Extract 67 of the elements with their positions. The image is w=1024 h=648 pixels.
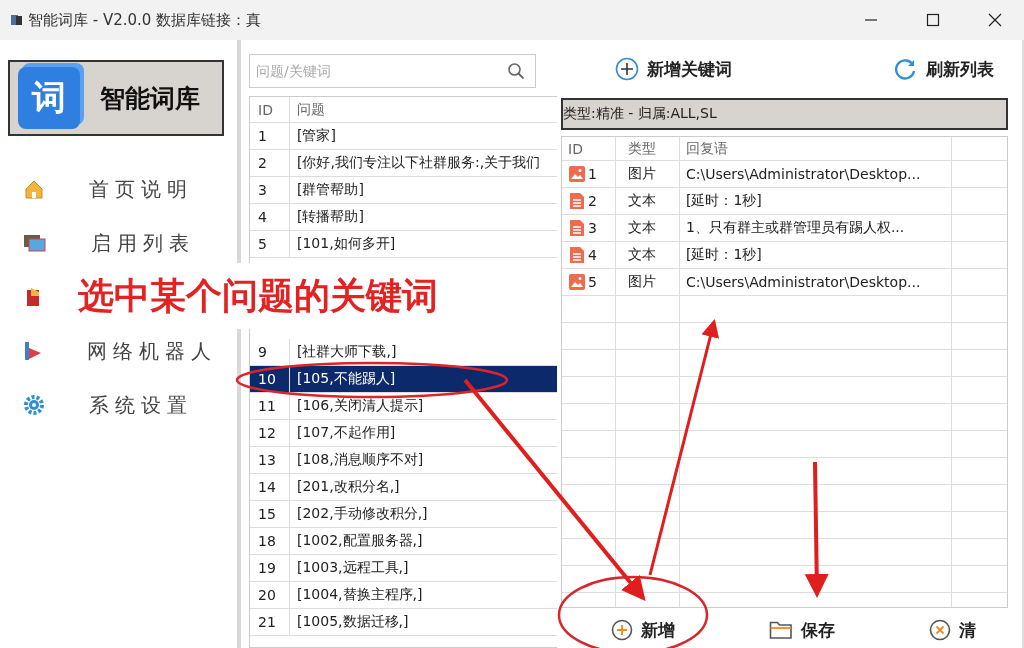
search-field[interactable]: 问题/关键词: [249, 54, 536, 88]
table-row[interactable]: 21 [1005,数据迁移,]: [250, 609, 557, 636]
column-header: ID: [250, 97, 290, 122]
text-file-icon: [568, 246, 586, 264]
table-cell: 文本: [616, 242, 680, 268]
refresh-button[interactable]: 刷新列表: [888, 54, 998, 84]
table-row[interactable]: 3 [群管帮助]: [250, 177, 557, 204]
column-header: 类型: [616, 137, 680, 160]
info-bar: 类型:精准 - 归属:ALL,SL: [561, 98, 1008, 130]
clear-button[interactable]: 清: [925, 616, 980, 644]
app-icon: [10, 13, 24, 27]
table-cell: 2: [588, 193, 597, 209]
maximize-icon[interactable]: [926, 13, 940, 27]
text-file-icon: [568, 219, 586, 237]
table-cell: 3: [588, 220, 597, 236]
nav-item[interactable]: 系统设置: [89, 391, 193, 419]
table-row[interactable]: 2 [你好,我们专注以下社群服务:,关于我们: [250, 150, 557, 177]
nav-item[interactable]: 网络机器人: [87, 337, 217, 365]
nav-item[interactable]: 首页说明: [89, 175, 193, 203]
add-keyword-button[interactable]: 新增关键词: [611, 55, 736, 83]
table-cell: C:\Users\Administrator\Desktop...: [680, 269, 952, 295]
play-icon[interactable]: [23, 340, 43, 362]
table-row[interactable]: 11 [106,关闭清人提示]: [250, 393, 557, 420]
table-row[interactable]: 18 [1002,配置服务器,]: [250, 528, 557, 555]
image-file-icon: [568, 165, 586, 183]
table-row[interactable]: 14 [201,改积分名,]: [250, 474, 557, 501]
table-cell: 文本: [616, 188, 680, 214]
table-row[interactable]: 20 [1004,替换主程序,]: [250, 582, 557, 609]
column-header: ID: [562, 137, 616, 160]
table-cell: 图片: [616, 161, 680, 187]
folder-icon: [769, 620, 793, 640]
table-row[interactable]: 19 [1003,远程工具,]: [250, 555, 557, 582]
table-row[interactable]: 13 [108,消息顺序不对]: [250, 447, 557, 474]
close-icon[interactable]: [988, 13, 1002, 27]
column-header: 回复语: [680, 137, 952, 160]
plus-circle-icon: [615, 57, 639, 81]
column-header: 问题: [296, 100, 325, 119]
refresh-icon: [892, 56, 918, 82]
logo-text: 智能词库: [100, 82, 200, 115]
search-icon[interactable]: [507, 62, 525, 80]
table-cell: 1、只有群主或群管理员有踢人权...: [680, 215, 952, 241]
image-file-icon: [568, 273, 586, 291]
clear-icon: [929, 619, 951, 641]
add-button[interactable]: 新增: [607, 616, 679, 644]
table-row[interactable]: 1 [管家]: [250, 123, 557, 150]
table-cell: 1: [588, 166, 597, 182]
table-cell: 文本: [616, 215, 680, 241]
nav-item[interactable]: 启用列表: [91, 229, 195, 257]
pictures-icon[interactable]: [23, 233, 47, 253]
table-row[interactable]: 15 [202,手动修改积分,]: [250, 501, 557, 528]
table-row[interactable]: 4 [转播帮助]: [250, 204, 557, 231]
settings-icon[interactable]: [23, 394, 45, 416]
table-cell: C:\Users\Administrator\Desktop...: [680, 161, 952, 187]
search-input[interactable]: 问题/关键词: [254, 62, 507, 80]
table-cell: 5: [588, 274, 597, 290]
save-button[interactable]: 保存: [765, 616, 839, 644]
table-cell: [延时：1秒]: [680, 188, 952, 214]
table-cell: 4: [588, 247, 597, 263]
window-title: 智能词库 - V2.0.0 数据库链接：真: [28, 10, 262, 30]
selected-row[interactable]: 10 [105,不能踢人]: [250, 366, 557, 393]
table-row[interactable]: 12 [107,不起作用]: [250, 420, 557, 447]
table-cell: 图片: [616, 269, 680, 295]
plus-circle-icon: [611, 619, 633, 641]
house-icon[interactable]: [23, 178, 45, 200]
text-file-icon: [568, 192, 586, 210]
table-row[interactable]: 5 [101,如何多开]: [250, 231, 557, 258]
table-cell: [延时：1秒]: [680, 242, 952, 268]
